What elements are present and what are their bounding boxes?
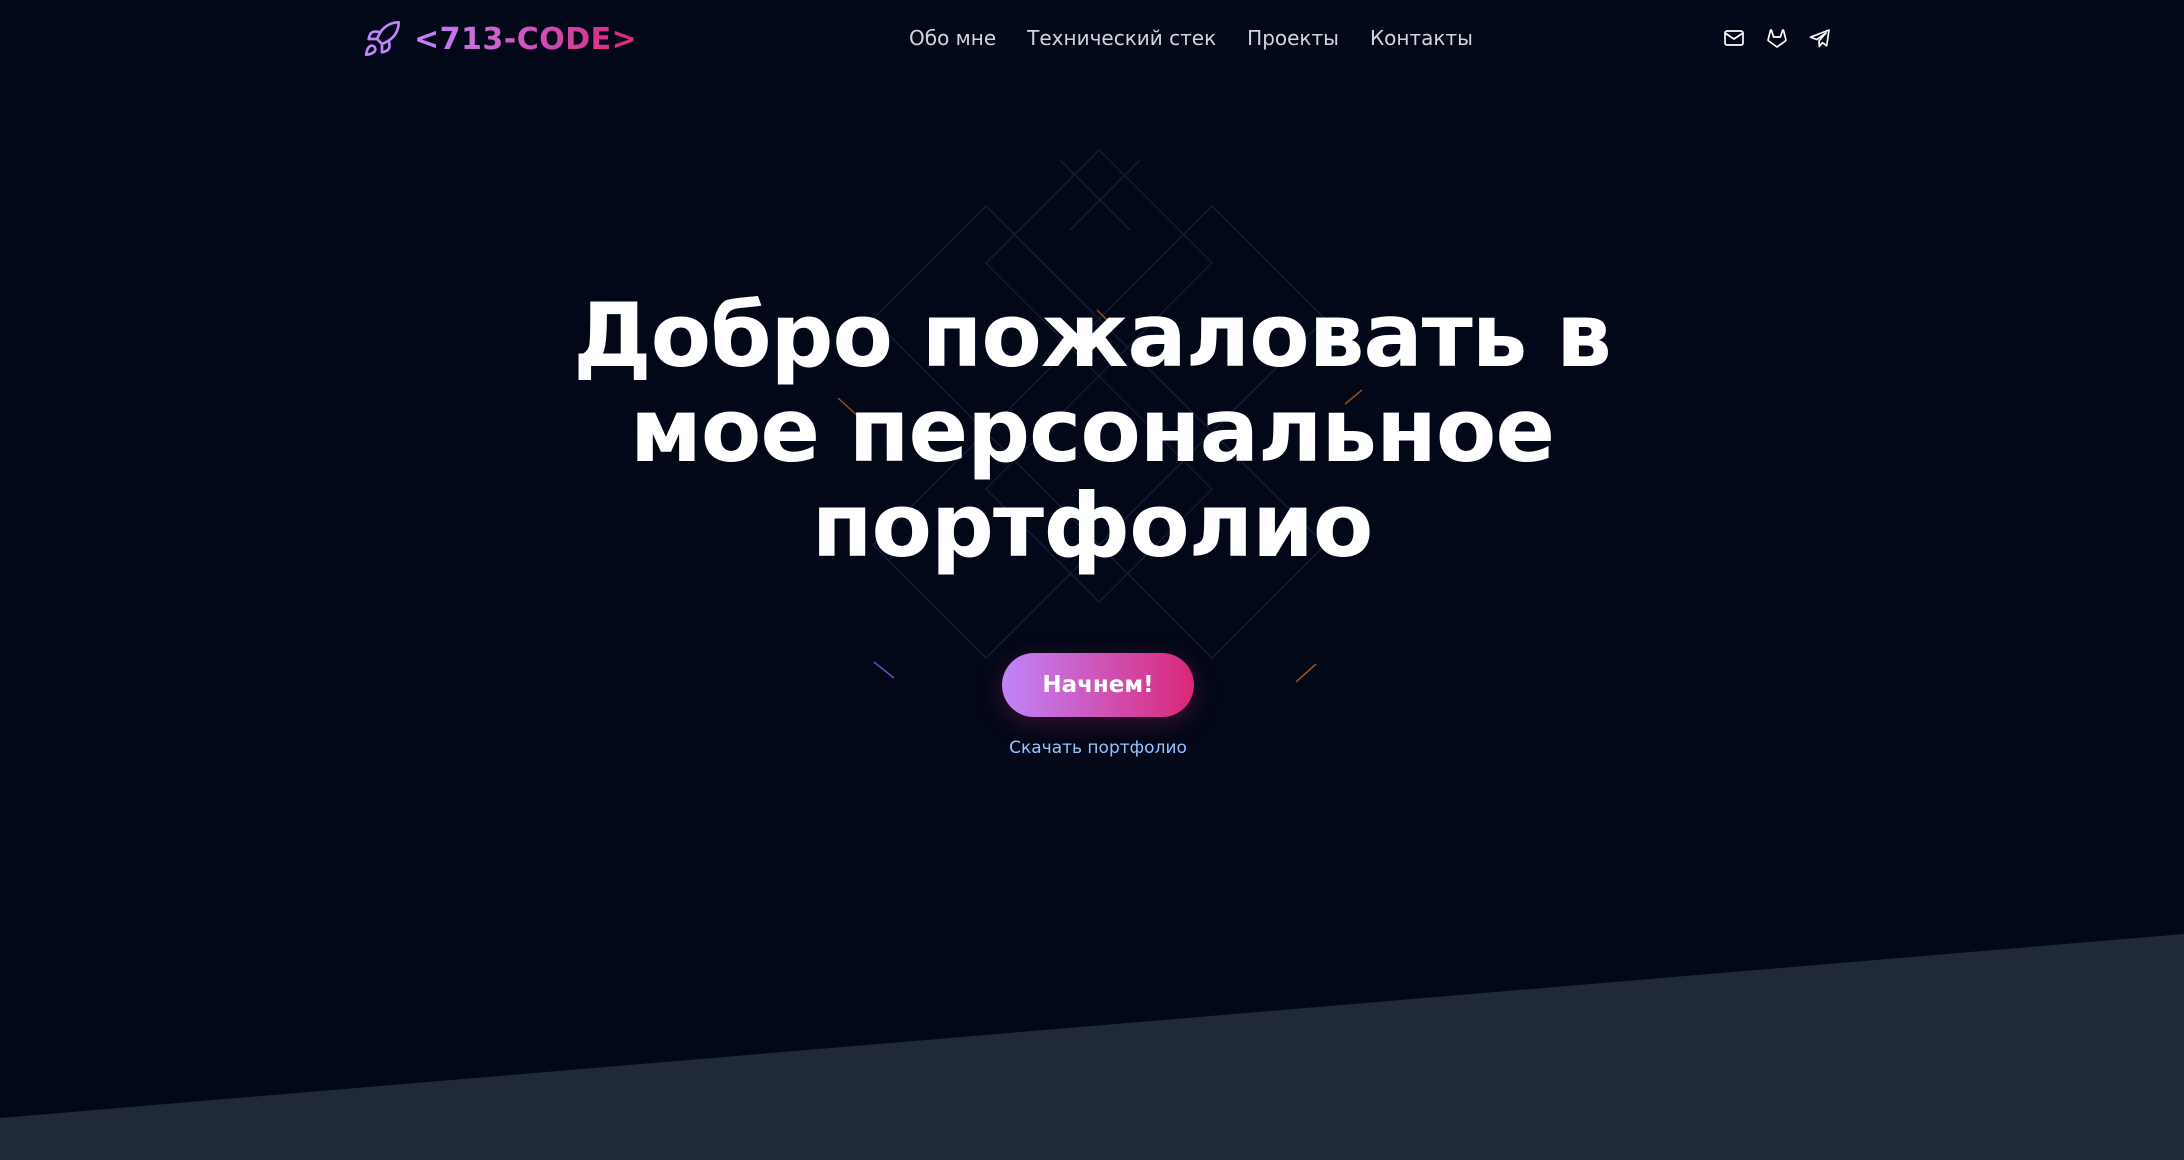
nav-item-about[interactable]: Обо мне [909,22,996,54]
gitlab-link[interactable] [1763,24,1791,52]
social-links [1720,22,1834,54]
rocket-icon [364,20,400,57]
hero-title: Добро пожаловать в мое персональное порт… [573,284,1612,577]
hero-background-pattern [837,148,1363,683]
main-nav: Обо мне Технический стек Проекты Контакт… [909,22,1473,54]
site-header: <713-CODE> Обо мне Технический стек Прое… [0,0,2184,78]
telegram-link[interactable] [1806,24,1834,52]
logo-text: <713-CODE> [414,21,638,57]
download-portfolio-link[interactable]: Скачать портфолио [942,734,1254,762]
nav-item-projects[interactable]: Проекты [1247,22,1339,54]
telegram-icon [1809,29,1830,48]
start-button[interactable]: Начнем! [1002,653,1194,717]
bottom-section-band [0,934,2184,1160]
mail-icon [1724,30,1744,46]
nav-item-tech-stack[interactable]: Технический стек [1027,22,1216,54]
mail-link[interactable] [1720,24,1748,52]
logo[interactable]: <713-CODE> [362,16,637,62]
gitlab-icon [1767,29,1787,48]
nav-item-contacts[interactable]: Контакты [1370,22,1473,54]
page: <713-CODE> Обо мне Технический стек Прое… [0,0,2184,1160]
